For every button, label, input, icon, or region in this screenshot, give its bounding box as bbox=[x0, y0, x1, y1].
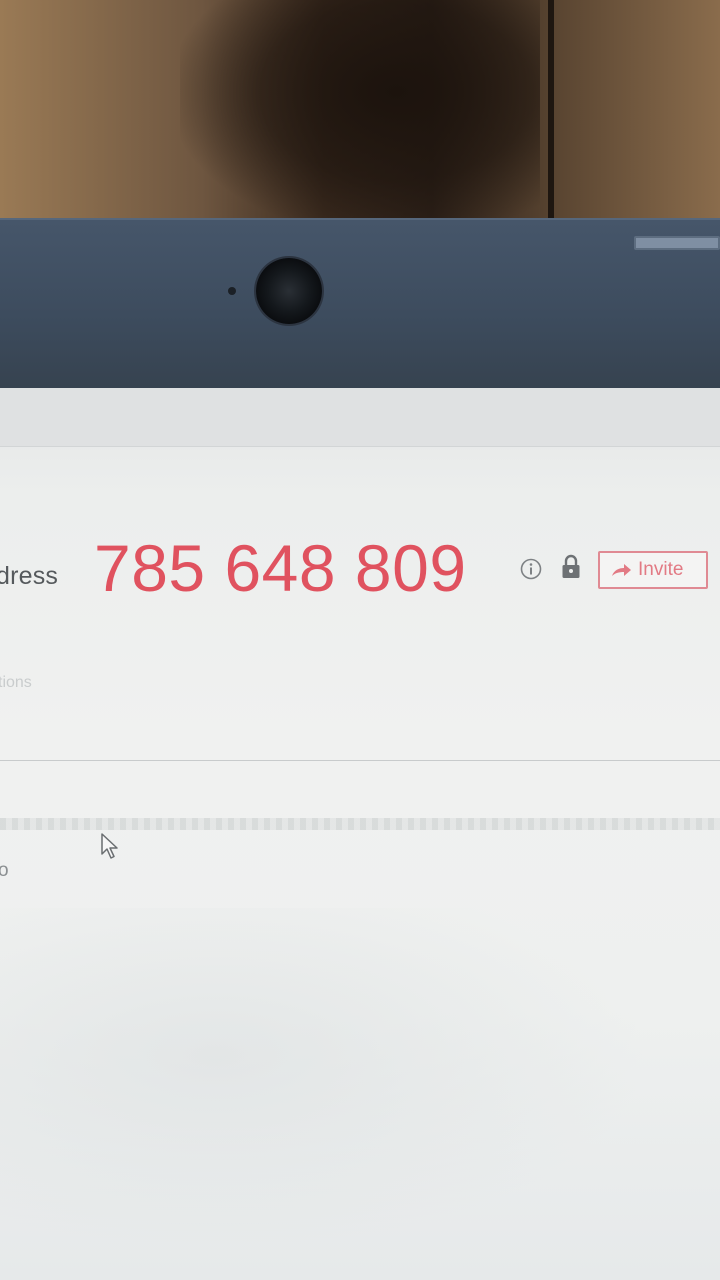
app-header-bar bbox=[0, 388, 720, 447]
screen-scanline-stripe bbox=[0, 818, 720, 830]
address-label: dress bbox=[0, 562, 59, 590]
lock-icon bbox=[562, 554, 580, 578]
webcam bbox=[256, 258, 322, 324]
info-icon[interactable] bbox=[520, 558, 542, 580]
invite-button[interactable]: Invite bbox=[598, 551, 708, 589]
mouse-pointer-icon bbox=[101, 833, 118, 859]
bezel-slot bbox=[634, 236, 720, 250]
section-label-faint: tions bbox=[0, 674, 32, 691]
screen-glare bbox=[0, 908, 720, 1280]
remote-id-number[interactable]: 785 648 809 bbox=[94, 530, 467, 606]
section-divider bbox=[0, 760, 720, 761]
laptop-bezel bbox=[0, 218, 720, 392]
remote-id-row: dress 785 648 809 Invite bbox=[0, 518, 720, 608]
door-edge bbox=[548, 0, 554, 225]
laptop-screen: dress 785 648 809 Invite tions o bbox=[0, 388, 720, 1280]
partial-text: o bbox=[0, 860, 9, 881]
invite-label: Invite bbox=[638, 559, 684, 580]
webcam-led bbox=[228, 287, 236, 295]
share-arrow-icon bbox=[612, 564, 631, 576]
background-shadow bbox=[180, 0, 540, 230]
